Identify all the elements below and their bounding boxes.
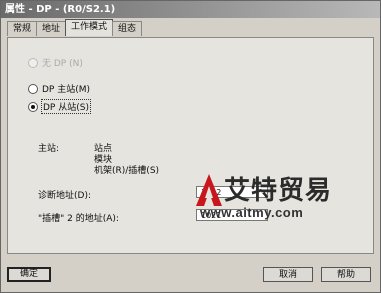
help-button[interactable]: 帮助 bbox=[321, 267, 371, 282]
radio-no-dp-label: 无 DP (N) bbox=[42, 59, 83, 69]
tab-general[interactable]: 常规 bbox=[7, 21, 38, 36]
tab-configuration[interactable]: 组态 bbox=[112, 21, 143, 36]
watermark-url: www.aitmy.com bbox=[200, 205, 304, 220]
radio-button-icon bbox=[28, 83, 38, 94]
properties-dialog: 属性 - DP - (R0/S2.1) 常规 地址 工作模式 组态 无 DP (… bbox=[0, 0, 381, 293]
radio-dp-master[interactable]: DP 主站(M) bbox=[28, 82, 90, 95]
tab-address[interactable]: 地址 bbox=[36, 21, 67, 36]
radio-button-icon bbox=[28, 57, 38, 68]
radio-dp-slave[interactable]: DP 从站(S) bbox=[28, 99, 91, 114]
slot2-address-label: "插槽" 2 的地址(A): bbox=[38, 214, 119, 224]
radio-button-icon bbox=[28, 101, 38, 112]
watermark: 艾特贸易 www.aitmy.com bbox=[194, 172, 374, 224]
tab-bar: 常规 地址 工作模式 组态 bbox=[7, 19, 143, 37]
master-label: 主站: bbox=[38, 144, 60, 154]
diagnostic-address-label: 诊断地址(D): bbox=[38, 191, 91, 201]
radio-dp-master-label: DP 主站(M) bbox=[42, 85, 91, 95]
red-triangle-logo-icon bbox=[196, 174, 222, 206]
tab-operating-mode[interactable]: 工作模式 bbox=[65, 19, 114, 36]
cancel-button[interactable]: 取消 bbox=[263, 267, 313, 282]
master-rack-slot-label: 机架(R)/插槽(S) bbox=[94, 166, 160, 176]
operating-mode-panel: 无 DP (N) DP 主站(M) DP 从站(S) 主站: 站点 模块 机架(… bbox=[7, 37, 374, 254]
radio-dp-slave-label: DP 从站(S) bbox=[41, 99, 91, 114]
radio-no-dp[interactable]: 无 DP (N) bbox=[28, 56, 83, 69]
ok-button[interactable]: 确定 bbox=[7, 267, 51, 282]
dialog-title: 属性 - DP - (R0/S2.1) bbox=[1, 1, 380, 18]
watermark-brand: 艾特贸易 bbox=[224, 176, 333, 206]
